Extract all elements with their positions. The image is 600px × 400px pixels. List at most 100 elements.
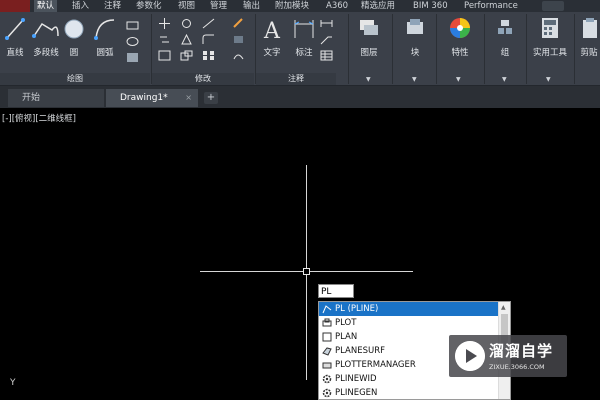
text-icon: A <box>263 19 281 44</box>
scroll-up-icon[interactable]: ▲ <box>501 304 506 311</box>
properties-label: 特性 <box>451 48 469 58</box>
circle-tool-button[interactable]: 圆 <box>64 16 84 58</box>
autocomplete-item[interactable]: PL (PLINE) <box>319 302 499 316</box>
utilities-dropdown-icon[interactable]: ▼ <box>546 76 551 83</box>
hatch-icon[interactable] <box>126 36 139 47</box>
mirror-icon[interactable] <box>180 34 193 45</box>
linear-dim-icon[interactable] <box>320 18 333 29</box>
autocomplete-item-label: PLOT <box>335 318 357 328</box>
tab-bim360[interactable]: BIM 360 <box>413 0 448 12</box>
fillet-icon[interactable] <box>202 34 215 45</box>
block-button[interactable]: 块 <box>404 16 426 58</box>
erase-icon[interactable] <box>232 18 245 29</box>
clipboard-icon <box>583 18 597 38</box>
ribbon-tab-bar: 默认 插入 注释 参数化 视图 管理 输出 附加模块 A360 精选应用 BIM… <box>0 0 600 12</box>
tab-view[interactable]: 视图 <box>178 0 195 12</box>
stretch-icon[interactable] <box>158 50 171 61</box>
circle-tool-label: 圆 <box>69 48 79 58</box>
groups-label: 组 <box>500 48 510 58</box>
gradient-icon[interactable] <box>126 52 139 63</box>
text-tool-button[interactable]: A 文字 <box>260 16 284 58</box>
move-icon[interactable] <box>158 18 171 29</box>
autocomplete-item-label: PLAN <box>335 332 358 342</box>
modify-panel-title[interactable]: 修改 <box>152 73 254 85</box>
application-menu-button[interactable] <box>0 0 30 12</box>
watermark: 溜溜自学 ZIXUE.3066.COM <box>449 335 567 377</box>
line-tool-label: 直线 <box>6 48 24 58</box>
array-icon[interactable] <box>202 50 215 61</box>
pline-icon <box>322 305 332 314</box>
watermark-title: 溜溜自学 <box>489 342 554 360</box>
dimension-tool-label: 标注 <box>295 48 313 58</box>
offset-icon[interactable] <box>232 50 245 61</box>
layers-label: 图层 <box>360 48 378 58</box>
properties-dropdown-icon[interactable]: ▼ <box>456 76 461 83</box>
block-icon <box>407 19 423 34</box>
svg-text:A: A <box>263 19 281 42</box>
command-input[interactable]: PL <box>318 284 354 298</box>
clipboard-label: 剪贴 <box>580 48 598 58</box>
calculator-icon <box>542 18 558 38</box>
layers-icon <box>360 20 378 35</box>
properties-button[interactable]: 特性 <box>446 16 474 58</box>
autocomplete-item-label: PLANESURF <box>335 346 386 356</box>
tab-performance[interactable]: Performance <box>464 0 518 12</box>
plan-icon <box>322 332 332 342</box>
annotation-panel-title[interactable]: 注释 <box>256 73 336 85</box>
autocomplete-item-label: PL (PLINE) <box>335 304 379 314</box>
line-icon <box>5 18 25 40</box>
autocomplete-item-label: PLINEWID <box>335 374 377 384</box>
tab-drawing1[interactable]: Drawing1* × <box>106 89 198 107</box>
polyline-icon <box>32 22 59 38</box>
new-tab-button[interactable]: + <box>204 92 218 104</box>
group-icon <box>498 20 512 34</box>
arc-tool-button[interactable]: 圆弧 <box>92 16 118 58</box>
groups-dropdown-icon[interactable]: ▼ <box>502 76 507 83</box>
polyline-tool-button[interactable]: 多段线 <box>30 16 62 58</box>
tab-manage[interactable]: 管理 <box>210 0 227 12</box>
tab-a360[interactable]: A360 <box>326 0 348 12</box>
arc-icon <box>94 19 115 40</box>
close-icon[interactable]: × <box>185 89 192 107</box>
tab-start-label: 开始 <box>22 93 41 103</box>
explode-icon[interactable] <box>232 34 245 45</box>
tab-featured-apps[interactable]: 精选应用 <box>361 0 395 12</box>
dimension-icon <box>294 20 314 38</box>
table-icon[interactable] <box>320 50 333 61</box>
autocomplete-item[interactable]: PLINEGEN <box>319 386 499 400</box>
line-tool-button[interactable]: 直线 <box>3 16 27 58</box>
gear-icon <box>322 374 332 384</box>
autocomplete-item-label: PLOTTERMANAGER <box>335 360 416 370</box>
text-tool-label: 文字 <box>263 48 281 58</box>
ucs-icon: Y <box>10 378 16 388</box>
autocomplete-item[interactable]: PLOT <box>319 316 499 330</box>
tab-output[interactable]: 输出 <box>243 0 260 12</box>
groups-button[interactable]: 组 <box>494 16 516 58</box>
draw-panel-title[interactable]: 绘图 <box>0 73 150 85</box>
watermark-url: ZIXUE.3066.COM <box>489 363 545 371</box>
layers-button[interactable]: 图层 <box>356 16 382 58</box>
copy-icon[interactable] <box>158 34 171 45</box>
trim-icon[interactable] <box>202 18 215 29</box>
tab-annotate[interactable]: 注释 <box>104 0 121 12</box>
clipboard-button[interactable]: 剪贴 <box>578 16 600 58</box>
circle-icon <box>64 19 84 39</box>
scale-icon[interactable] <box>180 50 193 61</box>
block-dropdown-icon[interactable]: ▼ <box>412 76 417 83</box>
tab-parametric[interactable]: 参数化 <box>136 0 162 12</box>
polyline-tool-label: 多段线 <box>33 48 59 58</box>
layers-dropdown-icon[interactable]: ▼ <box>366 76 371 83</box>
planesurf-icon <box>322 347 332 356</box>
ribbon-toggle-button[interactable] <box>542 1 564 11</box>
utilities-button[interactable]: 实用工具 <box>530 16 570 58</box>
dimension-tool-button[interactable]: 标注 <box>291 16 317 58</box>
rectangle-icon[interactable] <box>126 20 139 31</box>
viewport-controls[interactable]: [-][俯视][二维线框] <box>2 112 76 124</box>
leader-icon[interactable] <box>320 34 333 45</box>
tab-addins[interactable]: 附加模块 <box>275 0 309 12</box>
rotate-icon[interactable] <box>180 18 193 29</box>
tab-default[interactable]: 默认 <box>34 0 58 12</box>
autocomplete-item-label: PLINEGEN <box>335 388 378 398</box>
tab-insert[interactable]: 插入 <box>72 0 89 12</box>
tab-start[interactable]: 开始 <box>8 89 104 107</box>
